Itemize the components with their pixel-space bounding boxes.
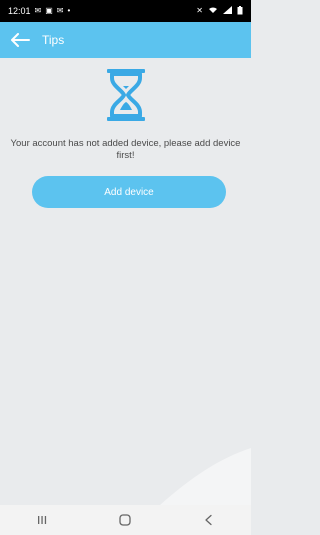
back-button[interactable] [4, 22, 36, 58]
recents-button[interactable] [22, 505, 62, 535]
status-right: ✕ [196, 5, 243, 17]
background-curve [160, 448, 251, 505]
mail-icon: ✉ [56, 6, 64, 15]
page-title: Tips [42, 33, 65, 47]
nav-back-button[interactable] [189, 505, 229, 535]
back-icon [205, 514, 212, 526]
back-arrow-icon [11, 33, 30, 47]
app-bar: Tips [0, 22, 251, 58]
mute-icon: ✕ [196, 6, 203, 15]
empty-state-message: Your account has not added device, pleas… [10, 138, 241, 161]
status-left: 12:01 ✉ ▣ ✉ • [8, 6, 70, 16]
battery-icon [237, 5, 243, 17]
navigation-bar [0, 505, 251, 535]
wifi-icon [208, 6, 218, 16]
recents-icon [37, 516, 46, 524]
status-bar: 12:01 ✉ ▣ ✉ • ✕ [0, 0, 251, 22]
dot-icon: • [67, 6, 71, 15]
home-button[interactable] [105, 505, 145, 535]
mail-icon: ✉ [34, 6, 42, 15]
image-icon: ▣ [45, 6, 53, 15]
main-content: Your account has not added device, pleas… [0, 58, 251, 505]
hourglass-icon [104, 68, 148, 122]
add-device-button[interactable]: Add device [32, 176, 226, 208]
status-time: 12:01 [8, 6, 31, 16]
signal-icon [223, 6, 232, 16]
home-icon [119, 514, 132, 526]
